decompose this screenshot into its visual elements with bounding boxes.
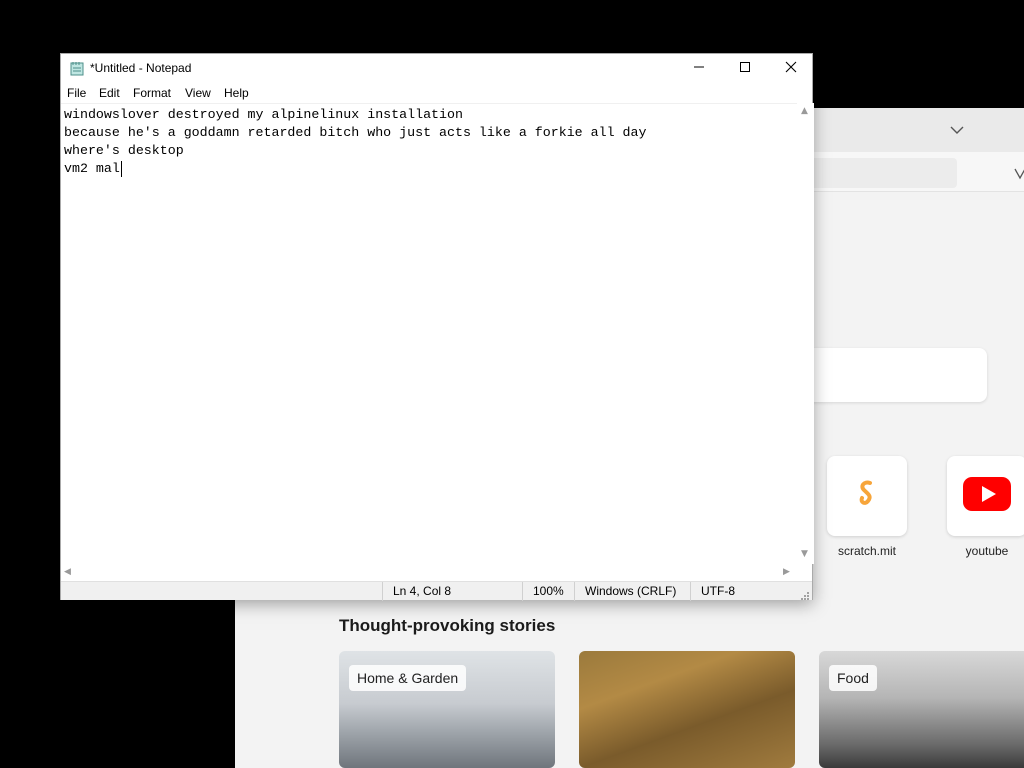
story-category: Food (829, 665, 877, 691)
zoom-level: 100% (522, 582, 574, 601)
scroll-right-icon[interactable]: ▶ (783, 567, 790, 577)
menu-format[interactable]: Format (133, 86, 171, 100)
text-caret (121, 161, 122, 177)
tab-list-dropdown-icon[interactable] (947, 120, 967, 140)
text-line: windowslover destroyed my alpinelinux in… (64, 107, 463, 122)
text-editor[interactable]: windowslover destroyed my alpinelinux in… (61, 103, 797, 564)
minimize-button[interactable] (676, 54, 722, 83)
menu-view[interactable]: View (185, 86, 211, 100)
scroll-up-icon[interactable]: ▲ (801, 106, 808, 116)
menu-bar: File Edit Format View Help (61, 83, 812, 103)
story-card[interactable]: Food (819, 651, 1024, 768)
close-button[interactable] (768, 54, 814, 83)
status-bar: Ln 4, Col 8 100% Windows (CRLF) UTF-8 (61, 581, 813, 601)
newtab-search-box[interactable] (787, 348, 987, 402)
title-bar[interactable]: *Untitled - Notepad (61, 54, 812, 83)
stories-heading: Thought-provoking stories (339, 616, 556, 635)
story-card[interactable]: Home & Garden (339, 651, 555, 768)
maximize-icon (739, 60, 751, 78)
story-card[interactable] (579, 651, 795, 768)
minimize-icon (693, 60, 705, 78)
cursor-position: Ln 4, Col 8 (382, 582, 522, 601)
horizontal-scrollbar[interactable]: ◀ ▶ (61, 564, 797, 581)
window-title: *Untitled - Notepad (90, 61, 192, 75)
notepad-window[interactable]: *Untitled - Notepad File Edit Format Vie… (60, 53, 814, 601)
menu-help[interactable]: Help (224, 86, 249, 100)
menu-file[interactable]: File (67, 86, 86, 100)
resize-grip-icon[interactable] (800, 588, 810, 600)
line-ending: Windows (CRLF) (574, 582, 690, 601)
text-line: vm2 mal (64, 161, 120, 176)
text-line: where's desktop (64, 143, 184, 158)
text-line: because he's a goddamn retarded bitch wh… (64, 125, 647, 140)
shortcut-tile-scratch[interactable]: scratch.mit (827, 456, 907, 558)
youtube-icon (963, 476, 1011, 516)
scroll-left-icon[interactable]: ◀ (64, 567, 71, 577)
menu-edit[interactable]: Edit (99, 86, 120, 100)
story-category: Home & Garden (349, 665, 467, 691)
shortcut-tile-youtube[interactable]: youtube (947, 456, 1024, 558)
toolbar-icon[interactable] (1013, 166, 1024, 180)
youtube-tile-box[interactable] (947, 456, 1024, 536)
notepad-icon (70, 61, 84, 76)
scratch-tile-label: scratch.mit (837, 544, 896, 558)
address-bar[interactable] (795, 158, 957, 188)
desktop: scratch.mit youtube Thought-provoking st… (0, 0, 1024, 768)
scratch-tile-box[interactable] (827, 456, 907, 536)
vertical-scrollbar[interactable]: ▲ ▼ (797, 103, 814, 564)
maximize-button[interactable] (722, 54, 768, 83)
close-icon (785, 60, 797, 78)
scratch-icon (856, 480, 878, 513)
youtube-tile-label: youtube (965, 544, 1009, 558)
scroll-down-icon[interactable]: ▼ (801, 549, 808, 559)
encoding: UTF-8 (690, 582, 813, 601)
